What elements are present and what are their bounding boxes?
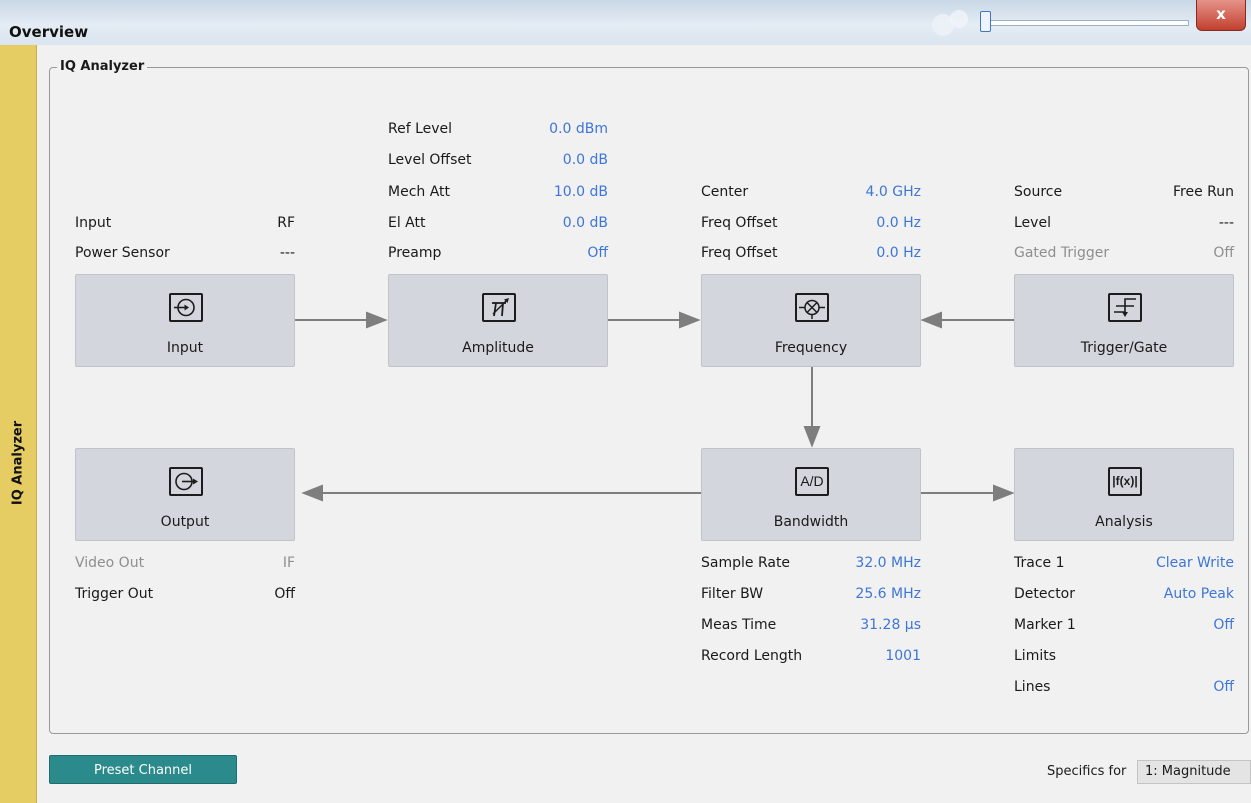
analysis-block-button[interactable]: |f(x)| Analysis xyxy=(1014,448,1234,541)
block-label: Frequency xyxy=(774,340,848,356)
amplitude-block-button[interactable]: Amplitude xyxy=(388,274,608,367)
block-label: Amplitude xyxy=(462,340,534,356)
block-label: Output xyxy=(160,514,210,530)
frequency-block-button[interactable]: Frequency xyxy=(701,274,921,367)
mixer-icon xyxy=(795,293,829,322)
input-block-button[interactable]: Input xyxy=(75,274,295,367)
preset-channel-button[interactable]: Preset Channel xyxy=(49,755,237,784)
input-icon xyxy=(169,293,203,322)
icon-text: |f(x)| xyxy=(1112,474,1138,488)
block-label: Bandwidth xyxy=(773,514,849,530)
block-label: Analysis xyxy=(1095,514,1153,530)
analysis-icon: |f(x)| xyxy=(1108,467,1142,496)
ad-converter-icon: A/D xyxy=(795,467,829,496)
trigger-icon xyxy=(1108,293,1142,322)
output-block-button[interactable]: Output xyxy=(75,448,295,541)
specifics-dropdown[interactable]: 1: Magnitude xyxy=(1137,760,1251,784)
trigger-gate-block-button[interactable]: Trigger/Gate xyxy=(1014,274,1234,367)
attenuator-icon xyxy=(482,293,516,322)
block-label: Input xyxy=(166,340,204,356)
icon-text: A/D xyxy=(800,473,824,489)
specifics-label: Specifics for xyxy=(1047,764,1127,779)
block-label: Trigger/Gate xyxy=(1080,340,1168,356)
output-icon xyxy=(169,467,203,496)
bandwidth-block-button[interactable]: A/D Bandwidth xyxy=(701,448,921,541)
signal-flow-arrows xyxy=(295,311,1015,502)
